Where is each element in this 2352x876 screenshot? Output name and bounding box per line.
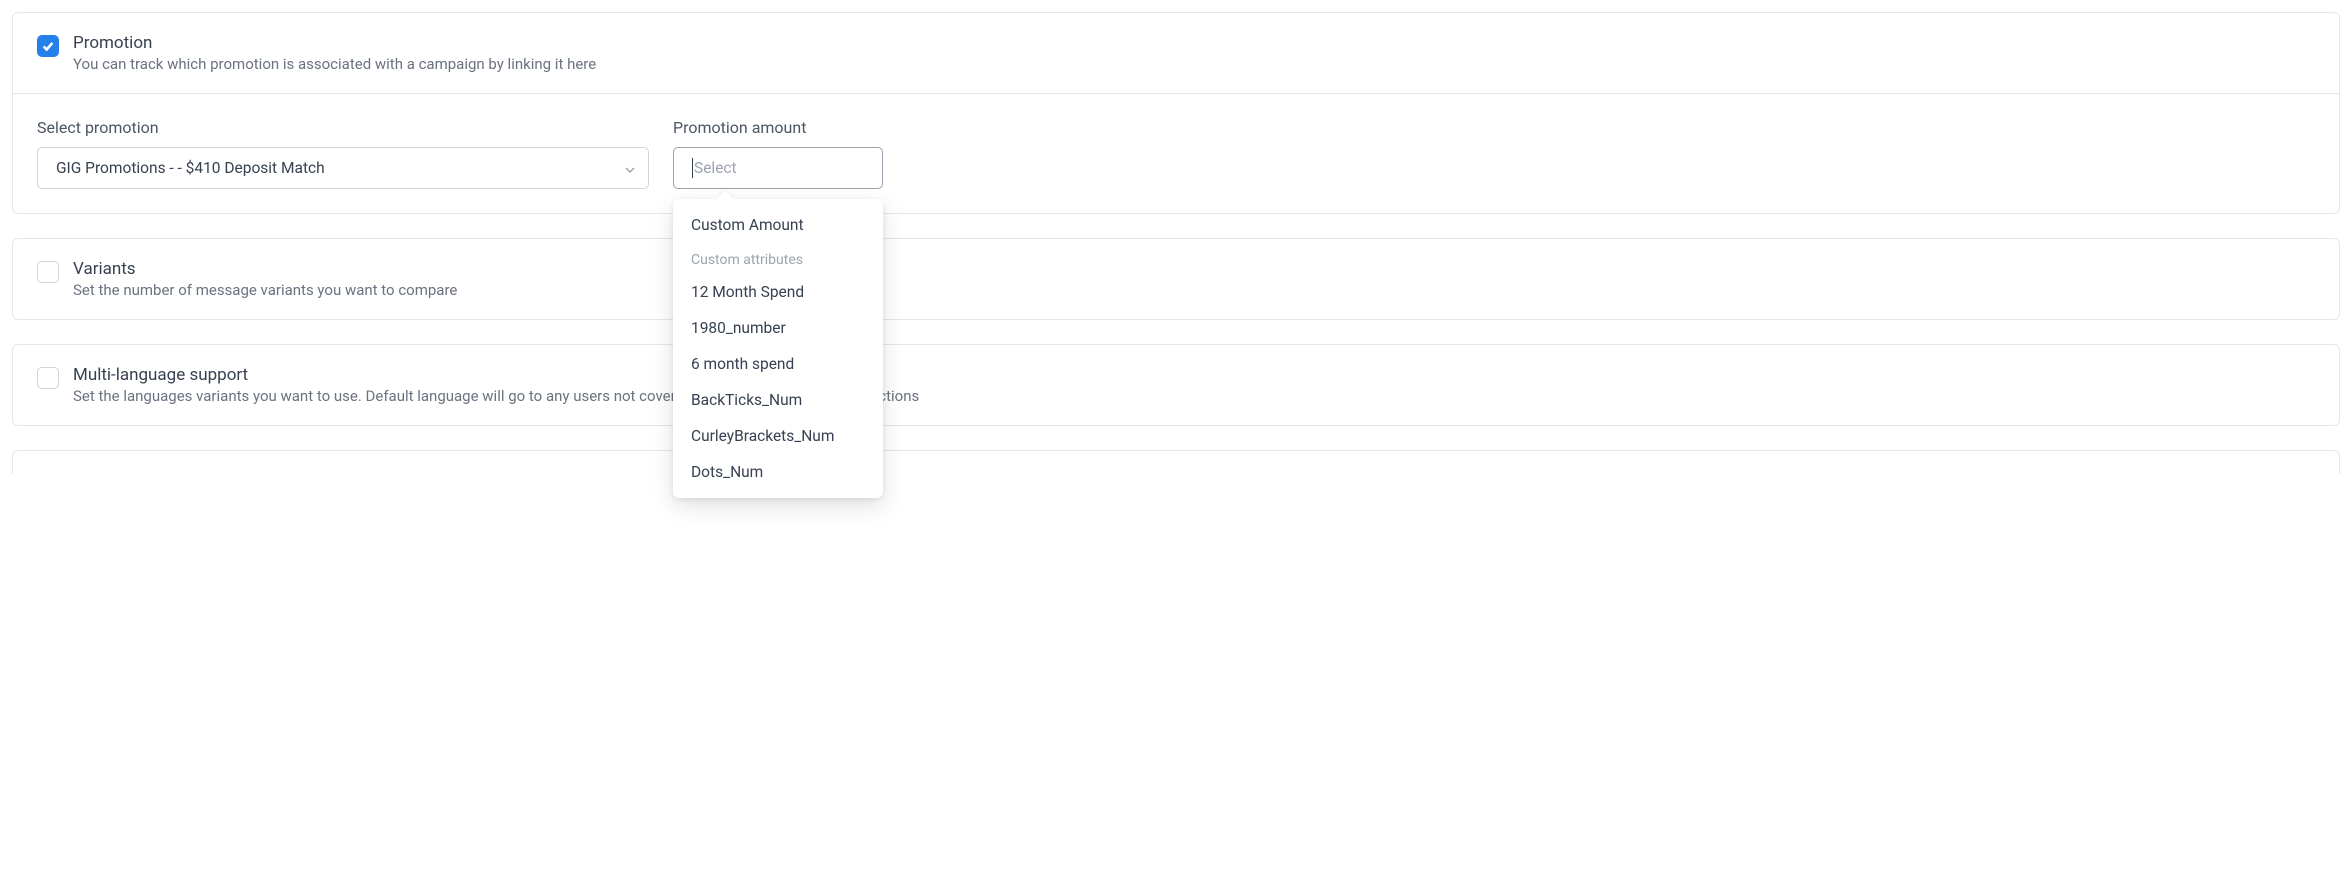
- dropdown-item[interactable]: 6 month spend: [673, 346, 883, 382]
- variants-card: Variants Set the number of message varia…: [12, 238, 2340, 320]
- promotion-title: Promotion: [73, 33, 596, 53]
- dropdown-item[interactable]: CurleyBrackets_Num: [673, 418, 883, 454]
- text-cursor: [692, 158, 693, 178]
- promotion-amount-field: Promotion amount Select Custom Amount Cu…: [673, 118, 883, 189]
- promotion-checkbox[interactable]: [37, 35, 59, 57]
- dropdown-group-custom-attributes: Custom attributes: [673, 243, 883, 274]
- promotion-card-header: Promotion You can track which promotion …: [13, 13, 2339, 94]
- promotion-amount-label: Promotion amount: [673, 118, 883, 137]
- check-icon: [41, 39, 55, 53]
- promotion-subtitle: You can track which promotion is associa…: [73, 55, 596, 73]
- next-card-peek: [12, 450, 2340, 474]
- multilang-checkbox[interactable]: [37, 367, 59, 389]
- variants-title: Variants: [73, 259, 457, 279]
- promotion-amount-select[interactable]: Select: [673, 147, 883, 189]
- variants-card-header: Variants Set the number of message varia…: [13, 239, 2339, 319]
- variants-header-text: Variants Set the number of message varia…: [73, 259, 457, 299]
- dropdown-item-custom-amount[interactable]: Custom Amount: [673, 207, 883, 243]
- dropdown-item[interactable]: 12 Month Spend: [673, 274, 883, 310]
- select-promotion-label: Select promotion: [37, 118, 649, 137]
- select-promotion-field: Select promotion GIG Promotions - - $410…: [37, 118, 649, 189]
- dropdown-item[interactable]: 1980_number: [673, 310, 883, 346]
- multilang-card: Multi-language support Set the languages…: [12, 344, 2340, 426]
- dropdown-item[interactable]: Dots_Num: [673, 454, 883, 490]
- promotion-amount-placeholder: Select: [694, 159, 737, 177]
- multilang-card-header: Multi-language support Set the languages…: [13, 345, 2339, 425]
- variants-checkbox[interactable]: [37, 261, 59, 283]
- select-promotion-value: GIG Promotions - - $410 Deposit Match: [56, 159, 325, 177]
- promotion-amount-wrapper: Select Custom Amount Custom attributes 1…: [673, 147, 883, 189]
- select-promotion-dropdown[interactable]: GIG Promotions - - $410 Deposit Match: [37, 147, 649, 189]
- promotion-card-body: Select promotion GIG Promotions - - $410…: [13, 94, 2339, 213]
- promotion-amount-dropdown: Custom Amount Custom attributes 12 Month…: [673, 199, 883, 498]
- dropdown-item[interactable]: BackTicks_Num: [673, 382, 883, 418]
- promotion-header-text: Promotion You can track which promotion …: [73, 33, 596, 73]
- promotion-card: Promotion You can track which promotion …: [12, 12, 2340, 214]
- chevron-down-icon: [624, 162, 636, 174]
- variants-subtitle: Set the number of message variants you w…: [73, 281, 457, 299]
